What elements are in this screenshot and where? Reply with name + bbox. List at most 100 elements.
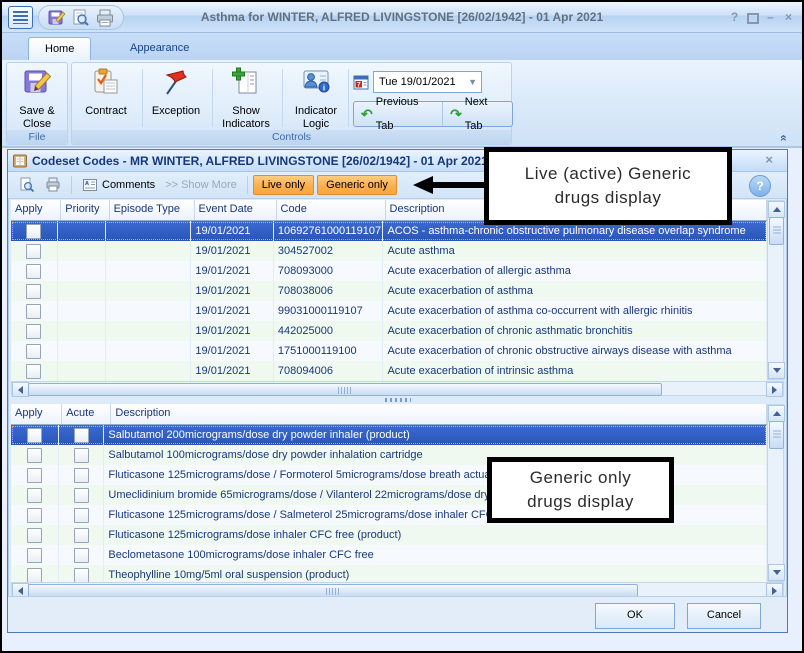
acute-checkbox[interactable]: [74, 488, 89, 503]
codeset-help-button[interactable]: ?: [749, 175, 771, 197]
annotation-arrow-icon: [413, 176, 433, 194]
tab-home[interactable]: Home: [28, 37, 91, 60]
save-edit-icon[interactable]: [47, 8, 67, 28]
comments-button[interactable]: A Comments: [77, 175, 160, 195]
apply-checkbox[interactable]: [26, 284, 41, 299]
apply-checkbox[interactable]: [26, 304, 41, 319]
table-row[interactable]: Salbutamol 200micrograms/dose dry powder…: [11, 425, 767, 445]
apply-checkbox[interactable]: [27, 448, 42, 463]
acute-checkbox[interactable]: [74, 568, 89, 583]
printer-icon[interactable]: [45, 177, 61, 193]
table-row[interactable]: 19/01/202199031000119107Acute exacerbati…: [11, 301, 767, 321]
cell-episode-type: [106, 321, 191, 341]
acute-checkbox[interactable]: [74, 468, 89, 483]
preview-icon[interactable]: [19, 177, 35, 193]
dialog-button-bar: OK Cancel: [8, 596, 787, 632]
indicator-logic-button[interactable]: i Indicator Logic: [284, 66, 348, 131]
column-header-priority[interactable]: Priority: [61, 200, 109, 220]
show-more-button[interactable]: >> Show More: [160, 177, 242, 193]
next-tab-button[interactable]: ↷ Next Tab: [442, 102, 512, 126]
codes-hscrollbar[interactable]: [11, 381, 784, 396]
column-header-code[interactable]: Code: [277, 200, 386, 220]
column-header-acute[interactable]: Acute: [62, 404, 111, 424]
apply-checkbox[interactable]: [27, 548, 42, 563]
cell-description: Acute exacerbation of asthma: [383, 281, 767, 301]
table-row[interactable]: 19/01/2021304527002Acute asthma: [11, 241, 767, 261]
help-window-button[interactable]: ?: [726, 9, 743, 26]
exception-label: Exception: [144, 105, 208, 118]
tab-nav-buttons: ↶ Previous Tab ↷ Next Tab: [353, 101, 513, 127]
save-close-button[interactable]: Save & Close: [6, 66, 68, 131]
main-titlebar: Asthma for WINTER, ALFRED LIVINGSTONE [2…: [2, 2, 802, 33]
table-row[interactable]: 19/01/2021442025000Acute exacerbation of…: [11, 321, 767, 341]
apply-checkbox[interactable]: [27, 528, 42, 543]
apply-checkbox[interactable]: [26, 364, 41, 379]
restore-window-button[interactable]: [744, 9, 761, 26]
acute-checkbox[interactable]: [74, 548, 89, 563]
cell-code: 708038006: [274, 281, 384, 301]
drugs-hscrollbar[interactable]: [11, 582, 784, 597]
show-indicators-button[interactable]: Show Indicators: [214, 66, 278, 131]
app-menu-button[interactable]: [8, 6, 33, 29]
cell-code: 10692761000119107: [274, 221, 384, 241]
cell-event-date: 19/01/2021: [191, 241, 273, 261]
apply-checkbox[interactable]: [26, 344, 41, 359]
apply-checkbox[interactable]: [27, 568, 42, 583]
table-row[interactable]: 19/01/2021708094006Acute exacerbation of…: [11, 361, 767, 381]
contract-button[interactable]: Contract: [74, 66, 138, 118]
contract-label: Contract: [74, 105, 138, 118]
live-only-toggle[interactable]: Live only: [253, 175, 314, 195]
apply-checkbox[interactable]: [26, 244, 41, 259]
ribbon-group-file: Save & Close File: [6, 62, 68, 145]
previous-tab-button[interactable]: ↶ Previous Tab: [354, 102, 442, 126]
apply-checkbox[interactable]: [27, 428, 42, 443]
annotation-line: Generic only: [530, 466, 631, 490]
acute-checkbox[interactable]: [74, 528, 89, 543]
apply-checkbox[interactable]: [27, 468, 42, 483]
table-row[interactable]: Fluticasone 125micrograms/dose inhaler C…: [11, 525, 767, 545]
apply-checkbox[interactable]: [26, 264, 41, 279]
apply-checkbox[interactable]: [26, 324, 41, 339]
table-row[interactable]: 19/01/20211751000119100Acute exacerbatio…: [11, 341, 767, 361]
cell-description: Acute asthma: [383, 241, 767, 261]
print-icon[interactable]: [95, 8, 115, 28]
column-header-apply[interactable]: Apply: [11, 404, 62, 424]
table-row[interactable]: 19/01/2021708038006Acute exacerbation of…: [11, 281, 767, 301]
column-header-event-date[interactable]: Event Date: [195, 200, 277, 220]
cell-priority: [58, 241, 107, 261]
codes-vscrollbar[interactable]: [767, 200, 784, 380]
cell-priority: [58, 341, 107, 361]
table-row[interactable]: 19/01/2021708093000Acute exacerbation of…: [11, 261, 767, 281]
close-window-button[interactable]: ×: [780, 9, 797, 26]
acute-checkbox[interactable]: [74, 428, 89, 443]
pane-splitter[interactable]: [8, 396, 787, 404]
acute-checkbox[interactable]: [74, 448, 89, 463]
exception-flag-icon: [160, 66, 192, 98]
ok-button[interactable]: OK: [595, 603, 675, 629]
apply-checkbox[interactable]: [27, 488, 42, 503]
exception-button[interactable]: Exception: [144, 66, 208, 118]
minimize-window-button[interactable]: –: [762, 9, 779, 26]
cell-event-date: 19/01/2021: [191, 261, 273, 281]
tab-appearance[interactable]: Appearance: [114, 37, 205, 60]
generic-only-toggle[interactable]: Generic only: [317, 175, 397, 195]
column-header-apply[interactable]: Apply: [11, 200, 61, 220]
cell-event-date: 19/01/2021: [191, 301, 273, 321]
print-preview-icon[interactable]: [71, 8, 91, 28]
apply-checkbox[interactable]: [26, 224, 41, 239]
table-row[interactable]: Beclometasone 100micrograms/dose inhaler…: [11, 545, 767, 565]
column-header-episode-type[interactable]: Episode Type: [110, 200, 195, 220]
column-header-description[interactable]: Description: [111, 404, 767, 424]
apply-checkbox[interactable]: [27, 508, 42, 523]
window-title: Asthma for WINTER, ALFRED LIVINGSTONE [2…: [142, 10, 662, 24]
acute-checkbox[interactable]: [74, 508, 89, 523]
restore-icon: [747, 13, 759, 24]
cell-description: Salbutamol 200micrograms/dose dry powder…: [104, 425, 767, 445]
cancel-button[interactable]: Cancel: [687, 603, 761, 629]
date-dropdown-arrow[interactable]: ▼: [468, 72, 477, 92]
codeset-close-button[interactable]: ×: [765, 152, 773, 167]
drugs-vscrollbar[interactable]: [767, 404, 784, 582]
annotation-line: Live (active) Generic: [525, 162, 691, 186]
application-window: Asthma for WINTER, ALFRED LIVINGSTONE [2…: [0, 0, 804, 653]
ribbon-collapse-icon[interactable]: «: [776, 130, 792, 146]
